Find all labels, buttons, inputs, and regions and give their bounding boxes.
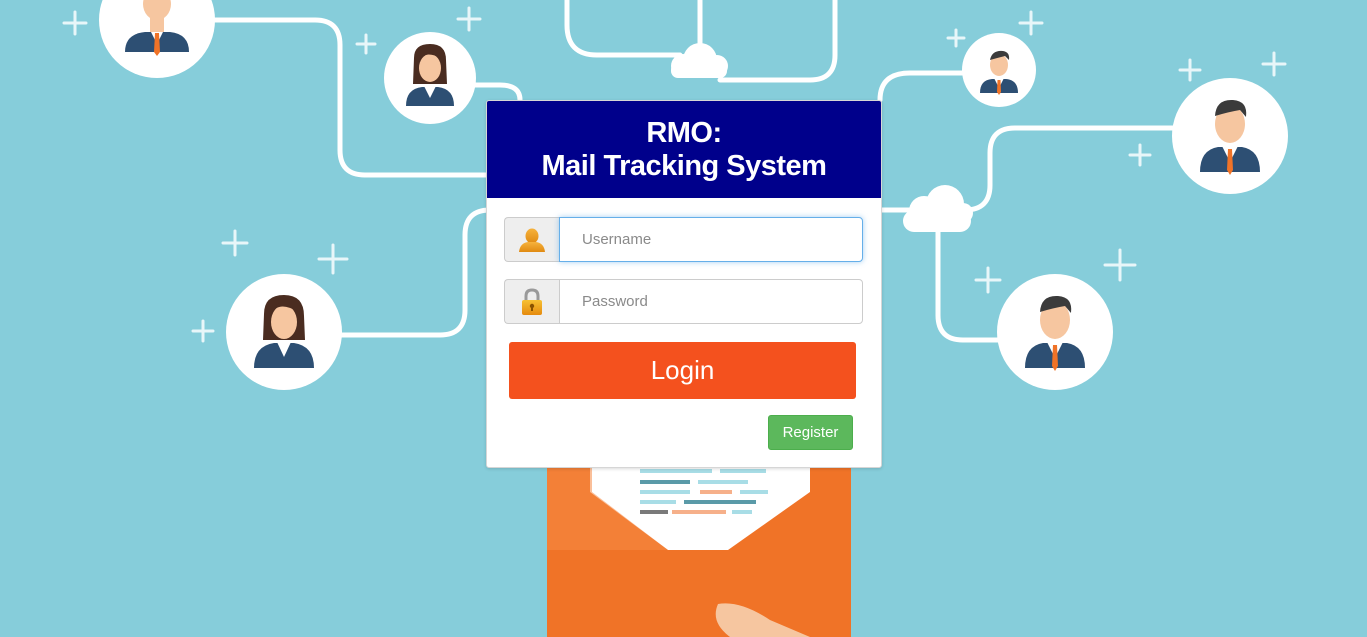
app-title-line1: RMO: bbox=[646, 116, 722, 149]
user-icon bbox=[504, 217, 559, 262]
password-input[interactable] bbox=[559, 279, 863, 324]
app-title-line2: Mail Tracking System bbox=[541, 149, 827, 182]
register-button[interactable]: Register bbox=[768, 415, 853, 450]
username-input[interactable] bbox=[559, 217, 863, 262]
login-button[interactable]: Login bbox=[509, 342, 856, 399]
password-input-group bbox=[504, 279, 863, 324]
app-title-header: RMO: Mail Tracking System bbox=[487, 101, 881, 198]
login-card: RMO: Mail Tracking System Username Login… bbox=[486, 100, 882, 468]
lock-icon bbox=[504, 279, 559, 324]
username-input-group bbox=[504, 217, 863, 262]
